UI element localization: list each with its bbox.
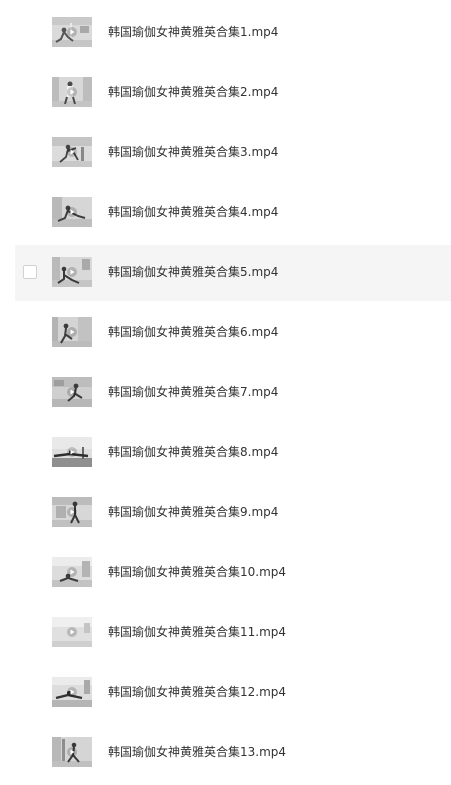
video-thumbnail-icon[interactable] bbox=[52, 17, 92, 47]
file-name[interactable]: 韩国瑜伽女神黄雅英合集13.mp4 bbox=[108, 743, 286, 761]
video-thumbnail-icon[interactable] bbox=[52, 557, 92, 587]
video-thumbnail-icon[interactable] bbox=[52, 437, 92, 467]
video-thumbnail-icon[interactable] bbox=[52, 497, 92, 527]
file-row[interactable]: 韩国瑜伽女神黄雅英合集10.mp4 bbox=[15, 545, 451, 601]
video-thumbnail-icon[interactable] bbox=[52, 257, 92, 287]
file-row[interactable]: 韩国瑜伽女神黄雅英合集8.mp4 bbox=[15, 425, 451, 481]
file-name[interactable]: 韩国瑜伽女神黄雅英合集6.mp4 bbox=[108, 323, 278, 341]
video-thumbnail-icon[interactable] bbox=[52, 317, 92, 347]
file-name[interactable]: 韩国瑜伽女神黄雅英合集1.mp4 bbox=[108, 23, 278, 41]
file-row[interactable]: 韩国瑜伽女神黄雅英合集12.mp4 bbox=[15, 665, 451, 721]
file-name[interactable]: 韩国瑜伽女神黄雅英合集9.mp4 bbox=[108, 503, 278, 521]
file-row[interactable]: 韩国瑜伽女神黄雅英合集13.mp4 bbox=[15, 725, 451, 781]
file-row[interactable]: 韩国瑜伽女神黄雅英合集11.mp4 bbox=[15, 605, 451, 661]
file-row[interactable]: 韩国瑜伽女神黄雅英合集4.mp4 bbox=[15, 185, 451, 241]
file-row[interactable]: 韩国瑜伽女神黄雅英合集1.mp4 bbox=[15, 5, 451, 61]
file-row[interactable]: 韩国瑜伽女神黄雅英合集3.mp4 bbox=[15, 125, 451, 181]
file-name[interactable]: 韩国瑜伽女神黄雅英合集2.mp4 bbox=[108, 83, 278, 101]
video-thumbnail-icon[interactable] bbox=[52, 77, 92, 107]
file-name[interactable]: 韩国瑜伽女神黄雅英合集4.mp4 bbox=[108, 203, 278, 221]
file-name[interactable]: 韩国瑜伽女神黄雅英合集8.mp4 bbox=[108, 443, 278, 461]
video-thumbnail-icon[interactable] bbox=[52, 677, 92, 707]
file-row[interactable]: 韩国瑜伽女神黄雅英合集2.mp4 bbox=[15, 65, 451, 121]
file-row-hovered[interactable]: 韩国瑜伽女神黄雅英合集5.mp4 bbox=[15, 245, 451, 301]
file-row[interactable]: 韩国瑜伽女神黄雅英合集9.mp4 bbox=[15, 485, 451, 541]
file-row[interactable]: 韩国瑜伽女神黄雅英合集7.mp4 bbox=[15, 365, 451, 421]
row-checkbox[interactable] bbox=[23, 265, 37, 279]
file-row[interactable]: 韩国瑜伽女神黄雅英合集6.mp4 bbox=[15, 305, 451, 361]
file-name[interactable]: 韩国瑜伽女神黄雅英合集5.mp4 bbox=[108, 263, 278, 281]
video-thumbnail-icon[interactable] bbox=[52, 137, 92, 167]
file-name[interactable]: 韩国瑜伽女神黄雅英合集10.mp4 bbox=[108, 563, 286, 581]
file-list: 韩国瑜伽女神黄雅英合集1.mp4 韩国瑜伽女神黄雅英合集2.mp4 韩国瑜伽女神… bbox=[0, 0, 451, 785]
video-thumbnail-icon[interactable] bbox=[52, 377, 92, 407]
video-thumbnail-icon[interactable] bbox=[52, 197, 92, 227]
file-name[interactable]: 韩国瑜伽女神黄雅英合集7.mp4 bbox=[108, 383, 278, 401]
video-thumbnail-icon[interactable] bbox=[52, 617, 92, 647]
file-name[interactable]: 韩国瑜伽女神黄雅英合集12.mp4 bbox=[108, 683, 286, 701]
file-name[interactable]: 韩国瑜伽女神黄雅英合集11.mp4 bbox=[108, 623, 286, 641]
file-name[interactable]: 韩国瑜伽女神黄雅英合集3.mp4 bbox=[108, 143, 278, 161]
video-thumbnail-icon[interactable] bbox=[52, 737, 92, 767]
